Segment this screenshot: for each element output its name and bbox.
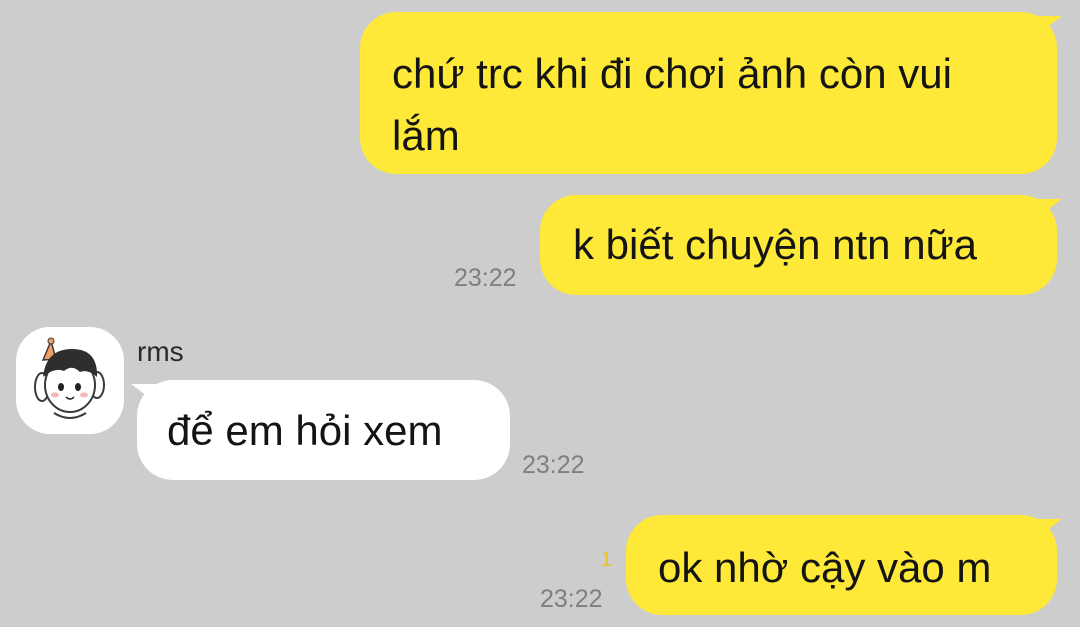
avatar-icon bbox=[34, 337, 105, 419]
message-timestamp: 23:22 bbox=[454, 264, 517, 292]
sender-name: rms bbox=[137, 336, 184, 367]
message-text: để em hỏi xem bbox=[167, 407, 443, 454]
incoming-message-bubble[interactable]: để em hỏi xem bbox=[137, 380, 510, 480]
message-text: ok nhờ cậy vào m bbox=[658, 544, 992, 591]
outgoing-message-bubble[interactable]: k biết chuyện ntn nữa bbox=[540, 195, 1057, 295]
avatar[interactable] bbox=[16, 327, 124, 434]
outgoing-message-bubble[interactable]: ok nhờ cậy vào m bbox=[626, 515, 1057, 615]
message-timestamp: 23:22 bbox=[540, 585, 603, 613]
message-timestamp: 23:22 bbox=[522, 451, 585, 479]
unread-count-badge: 1 bbox=[601, 549, 613, 571]
outgoing-message-bubble[interactable]: chứ trc khi đi chơi ảnh còn vui lắm bbox=[360, 12, 1057, 174]
message-text: chứ trc khi đi chơi ảnh còn vui lắm bbox=[392, 50, 952, 159]
message-text: k biết chuyện ntn nữa bbox=[573, 221, 978, 268]
